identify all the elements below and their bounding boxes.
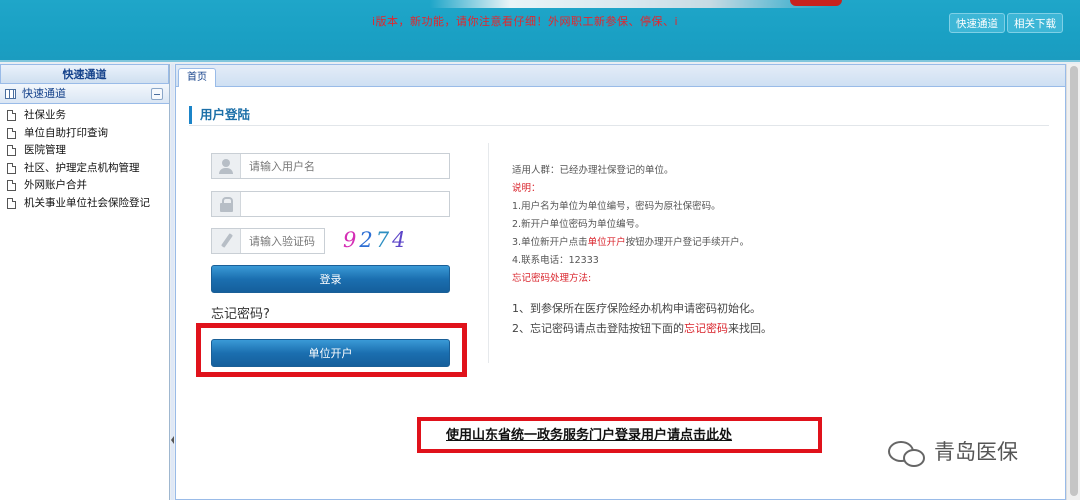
scrolling-notice: i版本，新功能，请你注意看仔细！外网职工新参保、停保、i bbox=[372, 15, 679, 28]
login-section-title: 用户登陆 bbox=[189, 106, 250, 124]
captcha-char: 2 bbox=[359, 228, 376, 252]
tab-bar: 首页 bbox=[176, 65, 1065, 87]
captcha-input[interactable] bbox=[249, 232, 321, 250]
divider bbox=[189, 125, 1049, 126]
sidebar-item-institution-registration[interactable]: 机关事业单位社会保险登记 bbox=[0, 195, 169, 213]
wechat-icon bbox=[888, 440, 926, 467]
collapse-arrow-icon[interactable] bbox=[171, 436, 174, 444]
captcha-char: 7 bbox=[375, 228, 393, 252]
downloads-button[interactable]: 相关下载 bbox=[1007, 13, 1063, 33]
sidebar-item-community-care[interactable]: 社区、护理定点机构管理 bbox=[0, 160, 169, 178]
document-icon bbox=[7, 110, 16, 121]
collapse-icon[interactable] bbox=[151, 88, 163, 100]
username-input[interactable] bbox=[249, 157, 444, 175]
info-highlight: 单位开户 bbox=[587, 237, 626, 248]
quick-channel-button[interactable]: 快速通道 bbox=[949, 13, 1005, 33]
sidebar-item-account-merge[interactable]: 外网账户合并 bbox=[0, 177, 169, 195]
vertical-divider bbox=[488, 143, 489, 363]
sidebar-item-label: 机关事业单位社会保险登记 bbox=[24, 196, 150, 209]
top-banner: i版本，新功能，请你注意看仔细！外网职工新参保、停保、i 快速通道 相关下载 bbox=[0, 0, 1080, 62]
password-field[interactable] bbox=[211, 191, 450, 217]
password-input[interactable] bbox=[249, 195, 444, 213]
login-button[interactable]: 登录 bbox=[211, 265, 450, 293]
sidebar-item-label: 外网账户合并 bbox=[24, 179, 87, 191]
info-step-2: 2、忘记密码请点击登陆按钮下面的忘记密码来找回。 bbox=[512, 320, 772, 336]
sidebar-item-label: 单位自助打印查询 bbox=[24, 126, 108, 139]
info-note-3: 3.单位新开户点击单位开户按钮办理开户登记手续开户。 bbox=[512, 234, 749, 248]
info-highlight: 忘记密码 bbox=[684, 322, 728, 335]
captcha-char: 4 bbox=[392, 228, 409, 252]
info-step-1: 1、到参保所在医疗保险经办机构申请密码初始化。 bbox=[512, 302, 761, 315]
info-forgot-method: 忘记密码处理方法: bbox=[512, 273, 592, 284]
info-note-2: 2.新开户单位密码为单位编号。 bbox=[512, 219, 645, 230]
unified-portal-login-link[interactable]: 使用山东省统一政务服务门户登录用户请点击此处 bbox=[446, 424, 732, 443]
username-field[interactable] bbox=[211, 153, 450, 179]
sidebar-section-label: 快速通道 bbox=[22, 87, 66, 100]
scrollbar-thumb[interactable] bbox=[1070, 66, 1078, 496]
info-note-label: 说明： bbox=[512, 183, 541, 194]
captcha-char: 9 bbox=[343, 228, 360, 252]
grid-icon bbox=[5, 89, 16, 99]
banner-ship-image bbox=[430, 0, 830, 8]
lock-icon bbox=[212, 192, 241, 216]
sidebar-item-self-print[interactable]: 单位自助打印查询 bbox=[0, 125, 169, 143]
sidebar-item-hospital[interactable]: 医院管理 bbox=[0, 142, 169, 160]
watermark: 青岛医保 bbox=[888, 432, 1018, 472]
vertical-scrollbar[interactable] bbox=[1066, 64, 1080, 500]
highlight-box-open-account bbox=[196, 323, 467, 377]
document-icon bbox=[7, 145, 16, 156]
tab-home[interactable]: 首页 bbox=[178, 68, 216, 87]
sidebar-menu: 社保业务 单位自助打印查询 医院管理 社区、护理定点机构管理 外网账户合并 机关… bbox=[0, 104, 169, 212]
info-note-4: 4.联系电话：12333 bbox=[512, 255, 599, 266]
forgot-password-link[interactable]: 忘记密码? bbox=[211, 303, 270, 322]
captcha-image[interactable]: 9274 bbox=[343, 225, 419, 255]
captcha-field[interactable] bbox=[211, 228, 325, 254]
sidebar-item-label: 社保业务 bbox=[24, 109, 66, 121]
info-text: 2、忘记密码请点击登陆按钮下面的 bbox=[512, 322, 684, 335]
document-icon bbox=[7, 127, 16, 139]
info-text: 按钮办理开户登记手续开户。 bbox=[625, 237, 750, 248]
sidebar-section-header[interactable]: 快速通道 bbox=[0, 84, 169, 104]
info-text: 3.单位新开户点击 bbox=[512, 237, 588, 248]
watermark-text: 青岛医保 bbox=[934, 440, 1018, 464]
user-icon bbox=[212, 154, 241, 178]
document-icon bbox=[7, 162, 16, 174]
sidebar-item-label: 医院管理 bbox=[24, 144, 66, 156]
sidebar-title: 快速通道 bbox=[0, 64, 169, 84]
sidebar-splitter[interactable] bbox=[171, 64, 174, 500]
pen-icon bbox=[212, 229, 241, 253]
document-icon bbox=[7, 180, 16, 191]
sidebar-item-label: 社区、护理定点机构管理 bbox=[24, 161, 140, 174]
document-icon bbox=[7, 197, 16, 209]
sidebar: 快速通道 快速通道 社保业务 单位自助打印查询 医院管理 社区、护理定点机构管理… bbox=[0, 64, 170, 500]
info-note-1: 1.用户名为单位为单位编号，密码为原社保密码。 bbox=[512, 201, 721, 212]
sidebar-item-social-security[interactable]: 社保业务 bbox=[0, 107, 169, 125]
info-audience: 适用人群：已经办理社保登记的单位。 bbox=[512, 165, 674, 176]
info-text: 来找回。 bbox=[728, 322, 772, 335]
banner-ship-hull bbox=[790, 0, 842, 6]
